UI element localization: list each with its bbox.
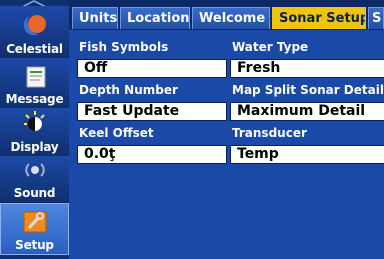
keel-offset-label: Keel Offset bbox=[79, 126, 154, 140]
transducer-field[interactable]: Temp bbox=[230, 145, 384, 164]
tab-location[interactable]: Location bbox=[120, 7, 190, 29]
tab-overflow[interactable]: S bbox=[368, 7, 384, 29]
depth-number-field[interactable]: Fast Update bbox=[77, 102, 227, 121]
tab-label: Location bbox=[127, 11, 190, 26]
sidebar-item-label: Sound bbox=[13, 186, 56, 200]
sidebar-item-celestial[interactable]: Celestial bbox=[0, 6, 69, 59]
sidebar-item-label: Celestial bbox=[6, 42, 63, 56]
tab-bar: Units Location Welcome Sonar Setup S bbox=[69, 0, 384, 30]
transducer-label: Transducer bbox=[232, 126, 307, 140]
sidebar-item-label: Setup bbox=[15, 238, 54, 252]
sonar-setup-panel: Fish Symbols Off Water Type Fresh Depth … bbox=[69, 30, 384, 259]
sound-icon bbox=[24, 163, 45, 177]
tab-sonar-setup[interactable]: Sonar Setup bbox=[272, 7, 366, 29]
sidebar-item-setup[interactable]: Setup bbox=[0, 203, 69, 255]
tab-label: S bbox=[372, 11, 382, 26]
sidebar-item-message[interactable]: Message bbox=[0, 58, 69, 109]
setup-icon bbox=[23, 211, 46, 233]
sidebar-item-label: Display bbox=[10, 140, 59, 154]
tab-welcome[interactable]: Welcome bbox=[192, 7, 270, 29]
fish-symbols-label: Fish Symbols bbox=[79, 40, 169, 54]
keel-offset-field[interactable]: 0.0ţ bbox=[77, 145, 227, 164]
map-split-sonar-detail-label: Map Split Sonar Detail bbox=[232, 83, 384, 97]
depth-number-label: Depth Number bbox=[79, 83, 178, 97]
tab-label: Sonar Setup bbox=[279, 11, 366, 26]
fish-symbols-field[interactable]: Off bbox=[77, 59, 227, 78]
sidebar: Celestial Message Display Sound Setup bbox=[0, 0, 69, 259]
celestial-icon bbox=[23, 15, 46, 36]
display-icon bbox=[23, 111, 45, 131]
gps-screen: Celestial Message Display Sound Setup Un… bbox=[0, 0, 384, 259]
tab-label: Units bbox=[79, 11, 118, 26]
sidebar-item-display[interactable]: Display bbox=[0, 108, 69, 157]
map-split-sonar-detail-field[interactable]: Maximum Detail bbox=[230, 102, 384, 121]
message-icon bbox=[26, 66, 45, 88]
sidebar-item-label: Message bbox=[5, 92, 64, 106]
tab-label: Welcome bbox=[199, 11, 266, 26]
empty-panel-area bbox=[69, 178, 384, 259]
sidebar-item-sound[interactable]: Sound bbox=[0, 156, 69, 203]
water-type-field[interactable]: Fresh bbox=[230, 59, 384, 78]
tab-units[interactable]: Units bbox=[72, 7, 118, 29]
water-type-label: Water Type bbox=[232, 40, 309, 54]
